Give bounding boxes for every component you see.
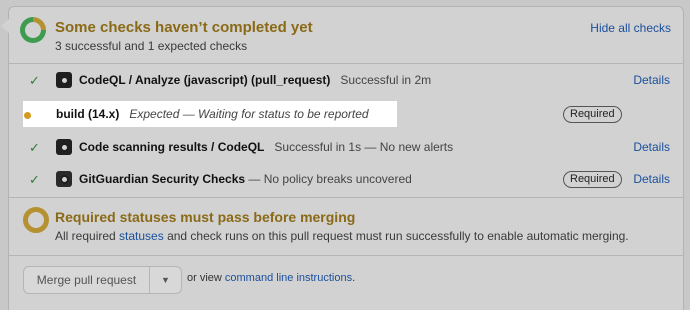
command-line-instructions-link[interactable]: command line instructions [225,272,352,284]
caret-down-icon: ▼ [161,275,170,285]
required-statuses-description: All required statuses and check runs on … [55,229,629,243]
check-icon: ✓ [29,73,40,88]
checks-title: Some checks haven’t completed yet [55,19,313,36]
check-icon: ✓ [29,172,40,187]
check-row-code-scanning: ✓ Code scanning results / CodeQL Success… [9,133,683,161]
check-status: Successful in 1s — No new alerts [274,140,454,154]
check-icon: ✓ [29,140,40,155]
merge-options-dropdown[interactable]: ▼ [150,267,181,293]
github-icon [56,139,72,155]
description-text: All required [55,229,120,243]
hint-text: or view [187,272,225,284]
details-link[interactable]: Details [633,140,670,154]
check-name: Code scanning results / CodeQL [79,140,265,154]
statuses-link[interactable]: statuses [119,229,164,243]
details-link[interactable]: Details [633,172,670,186]
check-row-build: build (14.x) Expected — Waiting for stat… [9,101,683,127]
checks-summary: 3 successful and 1 expected checks [55,39,248,53]
panel-pointer [1,19,9,33]
required-badge: Required [563,106,622,123]
hint-text: . [352,272,356,284]
divider [9,63,683,64]
check-row-gitguardian: ✓ GitGuardian Security Checks — No polic… [9,165,683,193]
divider [9,197,683,198]
gitguardian-icon [56,171,72,187]
required-statuses-title: Required statuses must pass before mergi… [55,209,356,225]
checks-panel: Some checks haven’t completed yet 3 succ… [1,6,684,310]
check-name: build (14.x) [56,107,120,121]
merge-button-group: Merge pull request ▼ [23,266,182,294]
command-line-hint: or view command line instructions. [187,272,355,284]
check-status: Expected — Waiting for status to be repo… [129,107,369,121]
details-link[interactable]: Details [633,73,670,87]
check-name: CodeQL / Analyze (javascript) (pull_requ… [79,73,331,87]
hide-all-checks-link[interactable]: Hide all checks [590,21,671,35]
check-name: GitGuardian Security Checks [79,172,246,186]
required-status-ring-icon [23,207,49,233]
merge-pull-request-button[interactable]: Merge pull request [24,267,150,293]
github-icon [56,72,72,88]
required-badge: Required [563,171,622,188]
check-row-codeql-analyze: ✓ CodeQL / Analyze (javascript) (pull_re… [9,66,683,94]
description-text: and check runs on this pull request must… [163,229,629,243]
progress-ring-icon [20,17,46,43]
check-status: Successful in 2m [340,73,432,87]
divider [9,255,683,256]
check-status: — No policy breaks uncovered [248,172,412,186]
